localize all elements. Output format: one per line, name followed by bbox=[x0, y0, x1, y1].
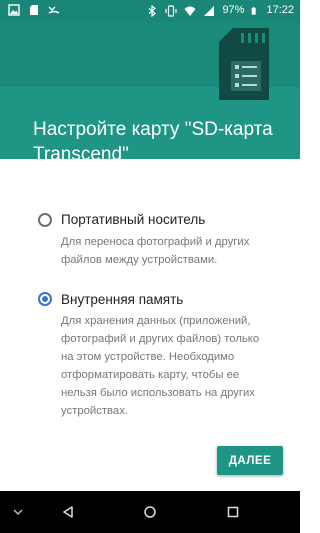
option-portable[interactable]: Портативный носитель Для переноса фотогр… bbox=[0, 159, 300, 279]
sd-card-icon bbox=[30, 5, 38, 15]
option-internal-title: Внутренняя память bbox=[61, 292, 184, 307]
collapse-icon[interactable] bbox=[10, 504, 26, 520]
radio-internal[interactable] bbox=[38, 292, 52, 306]
option-portable-description: Для переноса фотографий и других файлов … bbox=[61, 236, 250, 266]
bluetooth-icon bbox=[149, 4, 157, 17]
battery-icon bbox=[252, 6, 257, 15]
signal-icon bbox=[204, 5, 215, 16]
back-icon[interactable] bbox=[60, 504, 76, 520]
navigation-bar bbox=[0, 491, 300, 533]
home-icon[interactable] bbox=[142, 504, 158, 520]
option-portable-title: Портативный носитель bbox=[61, 212, 206, 227]
option-internal-description: Для хранения данных (приложений, фотогра… bbox=[61, 315, 260, 417]
setup-header: Настройте карту "SD-карта Transcend" bbox=[0, 22, 300, 159]
missed-call-icon bbox=[48, 6, 60, 14]
status-bar: 97% 17:22 bbox=[0, 0, 300, 22]
recents-icon[interactable] bbox=[225, 504, 241, 520]
clock: 17:22 bbox=[266, 4, 294, 16]
radio-portable[interactable] bbox=[38, 213, 52, 227]
battery-percent: 97% bbox=[222, 4, 245, 16]
vibrate-icon bbox=[165, 4, 178, 17]
sd-card-icon bbox=[219, 28, 269, 100]
next-button[interactable]: ДАЛЕЕ bbox=[217, 446, 283, 475]
status-left-icons bbox=[8, 4, 60, 16]
storage-options: Портативный носитель Для переноса фотогр… bbox=[0, 159, 300, 491]
wifi-icon bbox=[184, 6, 196, 16]
status-right-icons: 97% 17:22 bbox=[146, 4, 294, 17]
image-icon bbox=[8, 4, 20, 16]
page-title: Настройте карту "SD-карта Transcend" bbox=[33, 119, 273, 159]
option-internal[interactable]: Внутренняя память Для хранения данных (п… bbox=[0, 279, 300, 459]
